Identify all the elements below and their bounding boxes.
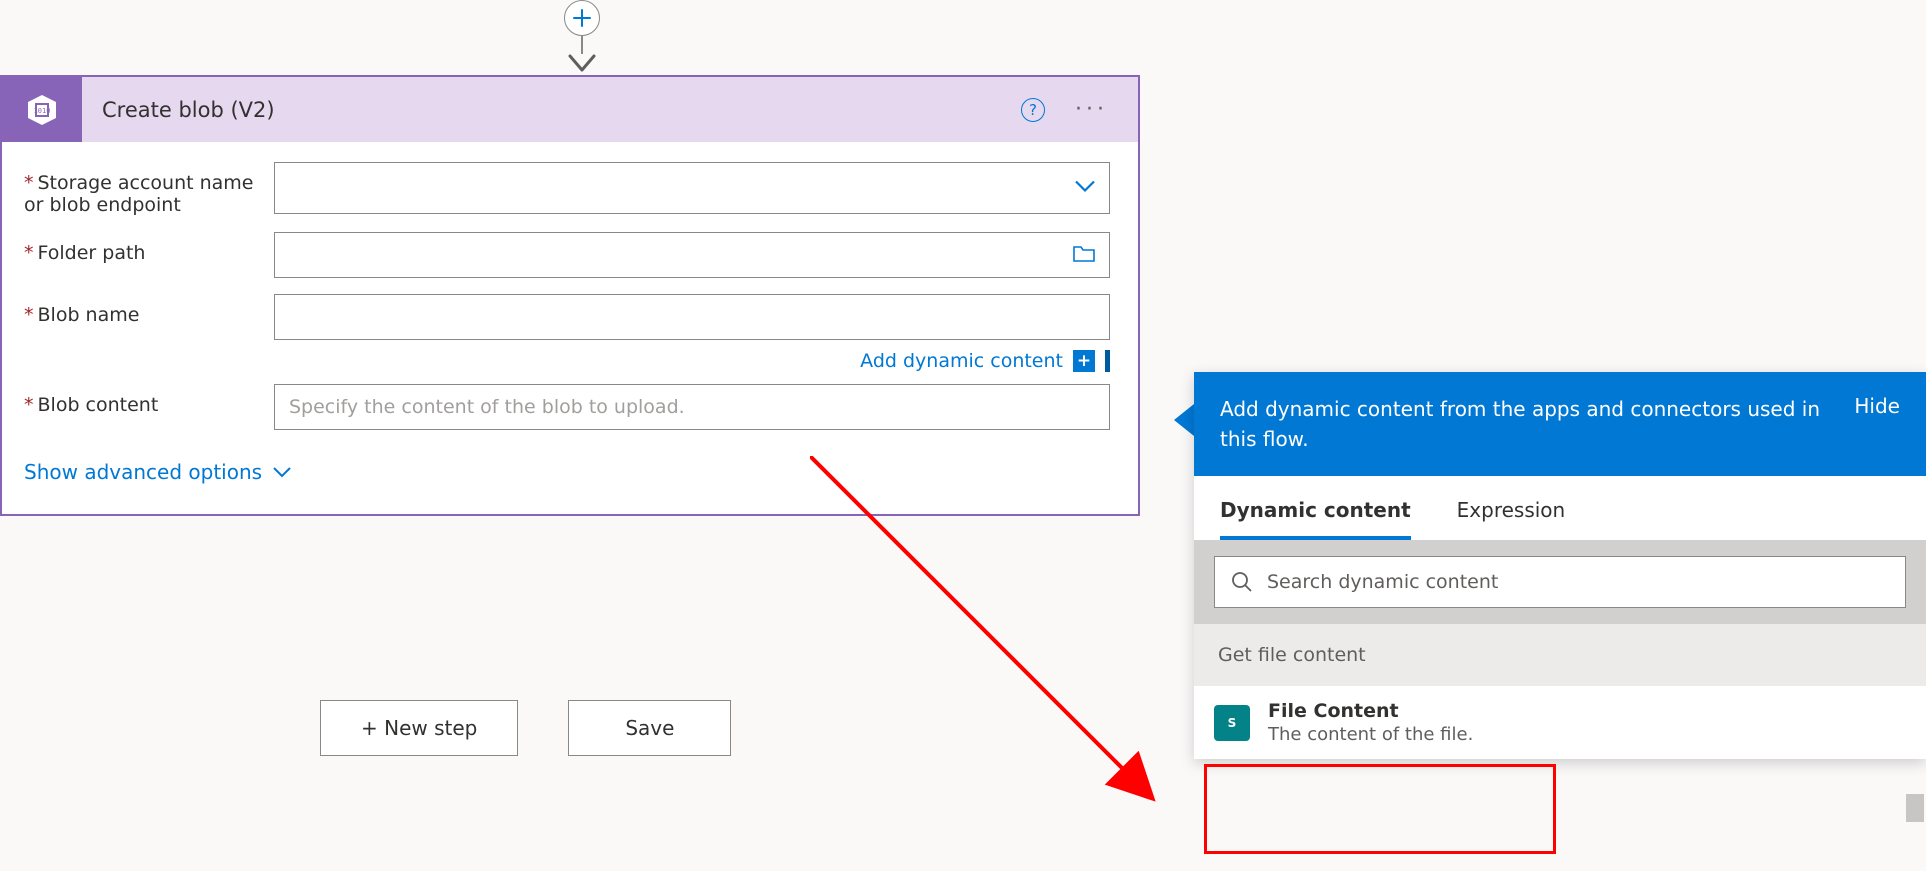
- card-header[interactable]: 1010 Create blob (V2) ? ···: [2, 77, 1138, 142]
- input-folder-path[interactable]: [274, 232, 1110, 278]
- add-dynamic-content-link[interactable]: Add dynamic content: [860, 350, 1063, 372]
- dynamic-content-popout: Add dynamic content from the apps and co…: [1194, 372, 1926, 759]
- result-group-title: Get file content: [1194, 624, 1926, 686]
- sharepoint-icon: S: [1214, 705, 1250, 741]
- annotation-highlight-box: [1204, 764, 1556, 854]
- label-storage-account: *Storage account name or blob endpoint: [24, 162, 274, 216]
- input-storage-account[interactable]: [274, 162, 1110, 214]
- card-title: Create blob (V2): [82, 98, 1021, 122]
- connector-line: [581, 36, 583, 54]
- action-card-create-blob: 1010 Create blob (V2) ? ··· *Storage acc…: [0, 75, 1140, 516]
- folder-picker-icon[interactable]: [1072, 243, 1096, 267]
- label-folder-path: *Folder path: [24, 232, 274, 264]
- result-file-content[interactable]: S File Content The content of the file.: [1194, 686, 1926, 759]
- show-advanced-options[interactable]: Show advanced options: [24, 460, 1110, 484]
- insert-step-button[interactable]: [564, 0, 600, 36]
- popout-pointer: [1174, 404, 1194, 436]
- tab-dynamic-content[interactable]: Dynamic content: [1220, 498, 1411, 540]
- add-dynamic-plus-icon[interactable]: +: [1073, 350, 1095, 372]
- new-step-button[interactable]: + New step: [320, 700, 518, 756]
- input-blob-name[interactable]: [274, 294, 1110, 340]
- save-button[interactable]: Save: [568, 700, 731, 756]
- popout-header-text: Add dynamic content from the apps and co…: [1220, 394, 1836, 454]
- chevron-down-icon: [272, 466, 292, 478]
- help-icon[interactable]: ?: [1021, 98, 1045, 122]
- result-subtitle: The content of the file.: [1268, 724, 1473, 745]
- tab-expression[interactable]: Expression: [1457, 498, 1566, 540]
- search-input[interactable]: [1265, 570, 1889, 594]
- popout-hide-button[interactable]: Hide: [1854, 394, 1900, 418]
- arrow-down-icon: [568, 54, 596, 74]
- label-blob-name: *Blob name: [24, 294, 274, 326]
- search-box[interactable]: [1214, 556, 1906, 608]
- show-advanced-label: Show advanced options: [24, 460, 262, 484]
- input-blob-content[interactable]: [274, 384, 1110, 430]
- add-dynamic-bar: [1105, 350, 1110, 372]
- label-blob-content: *Blob content: [24, 384, 274, 416]
- chevron-down-icon[interactable]: [1074, 179, 1096, 198]
- more-icon[interactable]: ···: [1075, 97, 1108, 122]
- search-icon: [1231, 571, 1253, 593]
- connector-icon: 1010: [2, 77, 82, 142]
- svg-text:1010: 1010: [34, 107, 51, 115]
- result-title: File Content: [1268, 700, 1473, 722]
